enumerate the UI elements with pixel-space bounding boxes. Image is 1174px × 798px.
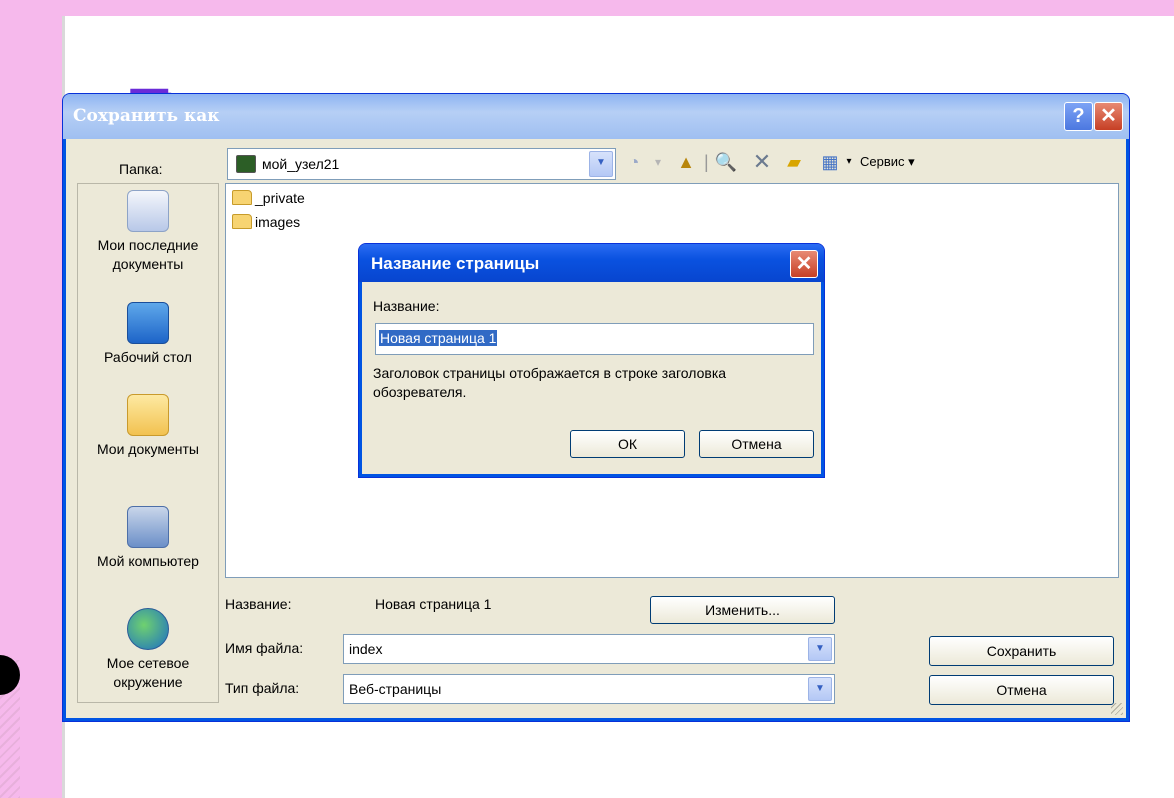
filename-label: Имя файла: [225,640,304,656]
filename-input[interactable]: index ▼ [343,634,835,664]
resize-grip[interactable] [1111,703,1123,715]
page-title-titlebar[interactable]: Название страницы ✕ [359,244,824,282]
places-bar: Мои последние документы Рабочий стол Мои… [77,183,219,703]
close-button[interactable]: ✕ [790,250,818,278]
recent-documents-icon [127,190,169,232]
page-title-dialog: Название страницы ✕ Название: Новая стра… [358,243,825,478]
title-input-value: Новая страница 1 [379,330,498,346]
place-label: Рабочий стол [104,349,192,365]
views-dropdown-icon[interactable]: ▾ [844,150,854,174]
my-documents-icon [127,394,169,436]
folder-name: images [255,214,301,230]
place-network[interactable]: Мое сетевое окружение [78,608,218,692]
save-as-title: Сохранить как [73,106,220,126]
new-folder-icon[interactable]: ▰ [782,150,806,174]
help-button[interactable]: ? [1064,102,1093,131]
my-computer-icon [127,506,169,548]
title-description: Заголовок страницы отображается в строке… [373,365,727,400]
slide-top-border [0,0,1174,16]
change-title-button[interactable]: Изменить... [650,596,835,624]
views-icon[interactable]: ▦ [818,150,842,174]
close-icon: ✕ [1100,105,1117,127]
up-folder-icon[interactable]: ▲ [674,150,698,174]
cancel-button[interactable]: Отмена [929,675,1114,705]
toolbar-separator: | [704,152,709,172]
desktop-icon [127,302,169,344]
folder-label: Папка: [119,161,163,177]
chevron-down-icon[interactable]: ▼ [589,151,613,177]
folder-name: _private [255,190,305,206]
folder-icon [232,214,252,229]
filename-value: index [349,641,383,657]
place-label: Мои последние документы [97,237,199,272]
page-title-label: Название: [225,596,292,612]
back-icon[interactable]: ◔ [622,150,646,174]
web-folder-icon [236,155,256,173]
filetype-label: Тип файла: [225,680,300,696]
save-as-titlebar[interactable]: Сохранить как ? ✕ [63,94,1129,139]
folder-value: мой_узел21 [262,156,340,172]
back-dropdown-icon[interactable]: ▾ [646,150,670,174]
chevron-down-icon[interactable]: ▼ [808,677,832,701]
filetype-value: Веб-страницы [349,681,442,697]
folder-icon [232,190,252,205]
folder-combo[interactable]: мой_узел21 ▼ [227,148,616,180]
save-button[interactable]: Сохранить [929,636,1114,666]
filetype-select[interactable]: Веб-страницы ▼ [343,674,835,704]
place-label: Мое сетевое окружение [106,655,190,690]
list-item[interactable]: _private [232,190,305,206]
question-icon: ? [1072,105,1085,127]
place-label: Мой компьютер [97,553,199,569]
title-input[interactable]: Новая страница 1 [375,323,814,355]
ok-button[interactable]: ОК [570,430,685,458]
cancel-button[interactable]: Отмена [699,430,814,458]
page-title-body: Название: Новая страница 1 Заголовок стр… [363,282,820,473]
delete-icon[interactable]: ✕ [750,150,774,174]
close-icon: ✕ [795,253,813,275]
page-title-dialog-title: Название страницы [371,254,540,273]
network-places-icon [127,608,169,650]
service-label: Сервис [860,154,905,169]
list-item[interactable]: images [232,214,300,230]
place-desktop[interactable]: Рабочий стол [78,302,218,367]
service-menu[interactable]: Сервис ▾ [860,150,940,174]
close-button[interactable]: ✕ [1094,102,1123,131]
place-label: Мои документы [96,441,199,457]
chevron-down-icon[interactable]: ▼ [808,637,832,661]
title-field-label: Название: [373,298,440,314]
place-my-documents[interactable]: Мои документы [78,394,218,459]
place-recent[interactable]: Мои последние документы [78,190,218,274]
place-my-computer[interactable]: Мой компьютер [78,506,218,571]
search-web-icon[interactable]: 🔍 [714,150,738,174]
page-title-value: Новая страница 1 [375,596,492,612]
